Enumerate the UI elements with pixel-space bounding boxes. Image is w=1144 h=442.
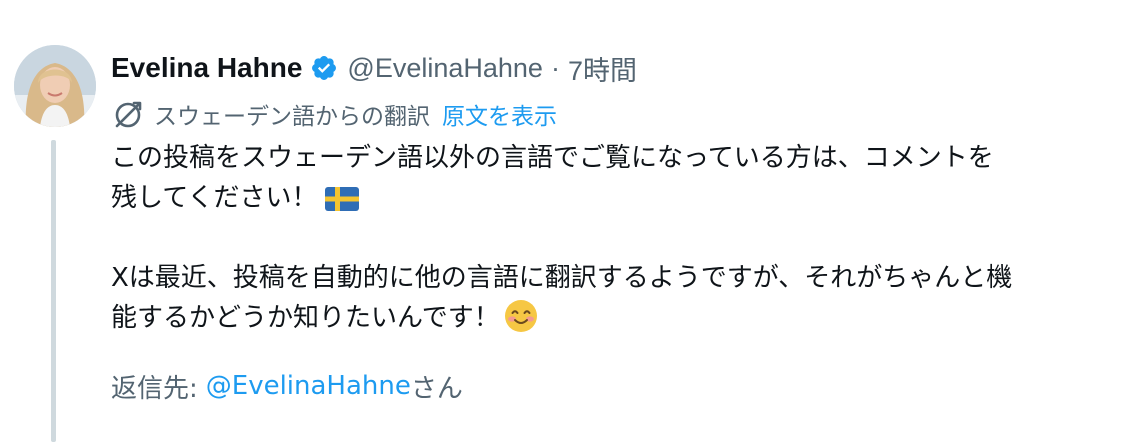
reply-to: 返信先: @EvelinaHahne さん [111, 366, 463, 406]
smiling-face-icon [504, 299, 538, 333]
reply-to-suffix: さん [410, 373, 463, 404]
thread-line [51, 140, 56, 442]
tweet-text-segment: 残してください！ [111, 183, 318, 213]
translated-from-label: スウェーデン語からの翻訳 [154, 104, 430, 130]
verified-badge-icon[interactable] [310, 54, 338, 82]
reply-to-label: 返信先: [111, 373, 198, 404]
tweet-header: Evelina Hahne @EvelinaHahne · 7時間 [111, 48, 637, 88]
sweden-flag-icon [325, 183, 360, 211]
tweet-text-segment: この投稿をスウェーデン語以外の言語でご覧になっている方は、コメントを [111, 143, 994, 173]
translate-icon [112, 98, 144, 130]
show-original-link[interactable]: 原文を表示 [442, 97, 557, 131]
author-handle[interactable]: @EvelinaHahne [347, 53, 543, 84]
tweet-text-line: 能するかどうか知りたいんです！ [111, 298, 1144, 338]
tweet-text-line: 残してください！ [111, 178, 1144, 218]
tweet: Evelina Hahne @EvelinaHahne · 7時間 スウェーデン… [0, 0, 1144, 442]
reply-to-handle-link[interactable]: @EvelinaHahne [206, 371, 411, 401]
display-name[interactable]: Evelina Hahne [111, 52, 302, 84]
tweet-text-line: この投稿をスウェーデン語以外の言語でご覧になっている方は、コメントを [111, 138, 1144, 178]
timestamp[interactable]: 7時間 [568, 49, 637, 88]
tweet-text: この投稿をスウェーデン語以外の言語でご覧になっている方は、コメントを 残してくだ… [111, 138, 1144, 338]
separator-dot: · [550, 52, 560, 83]
avatar-image [14, 45, 96, 127]
tweet-text-line: Xは最近、投稿を自動的に他の言語に翻訳するようですが、それがちゃんと機 [111, 258, 1144, 298]
avatar[interactable] [14, 45, 96, 127]
tweet-text-segment: Xは最近、投稿を自動的に他の言語に翻訳するようですが、それがちゃんと機 [111, 263, 1013, 293]
translation-notice: スウェーデン語からの翻訳 原文を表示 [112, 96, 557, 132]
tweet-text-segment: 能するかどうか知りたいんです！ [111, 303, 500, 333]
